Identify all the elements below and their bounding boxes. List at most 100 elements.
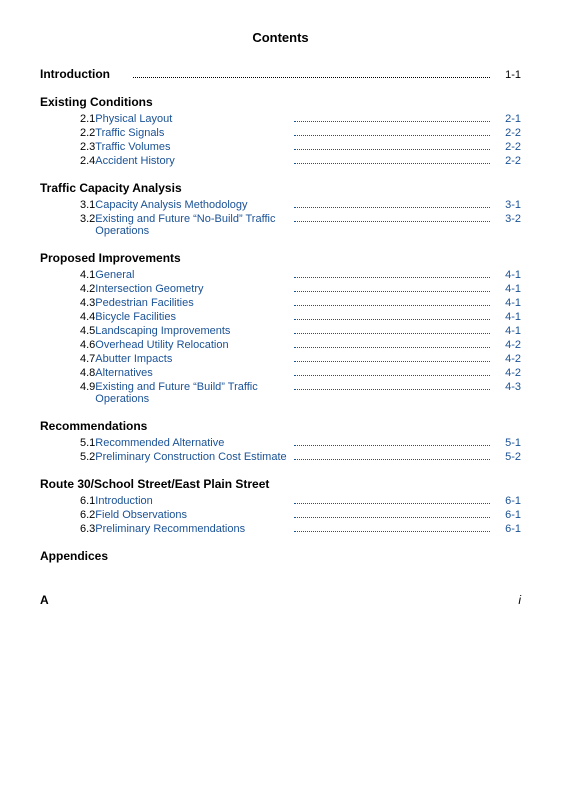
- entry-page-0-3: 2-2: [493, 155, 521, 167]
- entry-title-2-8: Existing and Future “Build” Traffic Oper…: [95, 381, 291, 405]
- toc-entry-1-1: 3.2Existing and Future “No-Build” Traffi…: [40, 213, 521, 237]
- toc-entry-0-1: 2.2Traffic Signals 2-2: [40, 127, 521, 139]
- entry-number-4-0: 6.1: [40, 495, 95, 507]
- entry-number-2-2: 4.3: [40, 297, 95, 309]
- entry-page-3-1: 5-2: [493, 451, 521, 463]
- entry-title-3-0: Recommended Alternative: [95, 437, 291, 449]
- entry-number-2-5: 4.6: [40, 339, 95, 351]
- entry-title-4-1: Field Observations: [95, 509, 291, 521]
- entry-title-2-7: Alternatives: [95, 367, 291, 379]
- introduction-dots: [133, 77, 490, 78]
- entry-page-2-5: 4-2: [493, 339, 521, 351]
- entry-number-2-7: 4.8: [40, 367, 95, 379]
- entry-dots-2-2: [294, 305, 490, 306]
- toc-entry-2-2: 4.3Pedestrian Facilities4-1: [40, 297, 521, 309]
- entry-title-2-5: Overhead Utility Relocation: [95, 339, 291, 351]
- toc-entry-3-0: 5.1Recommended Alternative 5-1: [40, 437, 521, 449]
- entry-number-2-0: 4.1: [40, 269, 95, 281]
- entry-title-2-4: Landscaping Improvements: [95, 325, 291, 337]
- entry-number-3-1: 5.2: [40, 451, 95, 463]
- toc-entry-1-0: 3.1Capacity Analysis Methodology 3-1: [40, 199, 521, 211]
- entry-number-1-0: 3.1: [40, 199, 95, 211]
- entry-title-2-1: Intersection Geometry: [95, 283, 291, 295]
- entry-dots-0-0: [294, 121, 490, 122]
- section-heading-5: Appendices: [40, 549, 521, 563]
- sections-container: Existing Conditions2.1Physical Layout2-1…: [40, 95, 521, 563]
- entry-number-2-1: 4.2: [40, 283, 95, 295]
- entry-title-0-2: Traffic Volumes: [95, 141, 291, 153]
- entry-dots-4-1: [294, 517, 490, 518]
- entry-page-2-7: 4-2: [493, 367, 521, 379]
- toc-entry-2-7: 4.8Alternatives 4-2: [40, 367, 521, 379]
- toc-entry-2-6: 4.7Abutter Impacts 4-2: [40, 353, 521, 365]
- entry-page-2-0: 4-1: [493, 269, 521, 281]
- entry-page-2-6: 4-2: [493, 353, 521, 365]
- entry-dots-2-4: [294, 333, 490, 334]
- toc-entry-2-5: 4.6Overhead Utility Relocation 4-2: [40, 339, 521, 351]
- toc-entry-0-0: 2.1Physical Layout2-1: [40, 113, 521, 125]
- toc-entry-0-3: 2.4Accident History 2-2: [40, 155, 521, 167]
- toc-entry-2-4: 4.5Landscaping Improvements 4-1: [40, 325, 521, 337]
- toc-entry-3-1: 5.2Preliminary Construction Cost Estimat…: [40, 451, 521, 463]
- entry-number-2-6: 4.7: [40, 353, 95, 365]
- entry-dots-1-1: [294, 221, 490, 222]
- entry-page-1-0: 3-1: [493, 199, 521, 211]
- entry-number-0-2: 2.3: [40, 141, 95, 153]
- section-heading-1: Traffic Capacity Analysis: [40, 181, 521, 195]
- entry-page-0-1: 2-2: [493, 127, 521, 139]
- entry-number-2-8: 4.9: [40, 381, 95, 393]
- entry-page-1-1: 3-2: [493, 213, 521, 225]
- entry-title-4-0: Introduction: [95, 495, 291, 507]
- page: Contents Introduction 1-1 Existing Condi…: [0, 0, 561, 795]
- toc-entry-2-0: 4.1General4-1: [40, 269, 521, 281]
- toc-entry-2-1: 4.2Intersection Geometry 4-1: [40, 283, 521, 295]
- entry-number-1-1: 3.2: [40, 213, 95, 225]
- footer: A i: [40, 593, 521, 607]
- section-heading-3: Recommendations: [40, 419, 521, 433]
- entry-number-0-3: 2.4: [40, 155, 95, 167]
- entry-dots-2-6: [294, 361, 490, 362]
- entry-number-4-1: 6.2: [40, 509, 95, 521]
- entry-number-2-4: 4.5: [40, 325, 95, 337]
- entry-title-2-6: Abutter Impacts: [95, 353, 291, 365]
- footer-left: A: [40, 593, 49, 607]
- entry-number-4-2: 6.3: [40, 523, 95, 535]
- entry-page-4-1: 6-1: [493, 509, 521, 521]
- entry-page-0-2: 2-2: [493, 141, 521, 153]
- toc-entry-2-3: 4.4Bicycle Facilities4-1: [40, 311, 521, 323]
- entry-page-2-4: 4-1: [493, 325, 521, 337]
- entry-dots-4-2: [294, 531, 490, 532]
- introduction-label: Introduction: [40, 67, 130, 81]
- entry-page-3-0: 5-1: [493, 437, 521, 449]
- entry-number-0-1: 2.2: [40, 127, 95, 139]
- entry-title-0-3: Accident History: [95, 155, 291, 167]
- entry-page-2-8: 4-3: [493, 381, 521, 393]
- toc-entry-0-2: 2.3Traffic Volumes 2-2: [40, 141, 521, 153]
- entry-page-4-0: 6-1: [493, 495, 521, 507]
- section-heading-2: Proposed Improvements: [40, 251, 521, 265]
- introduction-entry: Introduction 1-1: [40, 67, 521, 81]
- entry-dots-2-8: [294, 389, 490, 390]
- toc-entry-2-8: 4.9Existing and Future “Build” Traffic O…: [40, 381, 521, 405]
- entry-dots-0-1: [294, 135, 490, 136]
- entry-dots-3-0: [294, 445, 490, 446]
- entry-title-3-1: Preliminary Construction Cost Estimate: [95, 451, 291, 463]
- entry-page-2-1: 4-1: [493, 283, 521, 295]
- introduction-page: 1-1: [493, 69, 521, 81]
- entry-dots-3-1: [294, 459, 490, 460]
- entry-page-0-0: 2-1: [493, 113, 521, 125]
- entry-number-3-0: 5.1: [40, 437, 95, 449]
- entry-dots-2-0: [294, 277, 490, 278]
- entry-title-0-0: Physical Layout: [95, 113, 291, 125]
- entry-page-4-2: 6-1: [493, 523, 521, 535]
- entry-title-1-0: Capacity Analysis Methodology: [95, 199, 291, 211]
- footer-right: i: [518, 593, 521, 607]
- toc-entry-4-2: 6.3Preliminary Recommendations 6-1: [40, 523, 521, 535]
- entry-title-0-1: Traffic Signals: [95, 127, 291, 139]
- entry-title-4-2: Preliminary Recommendations: [95, 523, 291, 535]
- entry-dots-4-0: [294, 503, 490, 504]
- entry-number-2-3: 4.4: [40, 311, 95, 323]
- section-heading-0: Existing Conditions: [40, 95, 521, 109]
- entry-dots-0-2: [294, 149, 490, 150]
- entry-dots-0-3: [294, 163, 490, 164]
